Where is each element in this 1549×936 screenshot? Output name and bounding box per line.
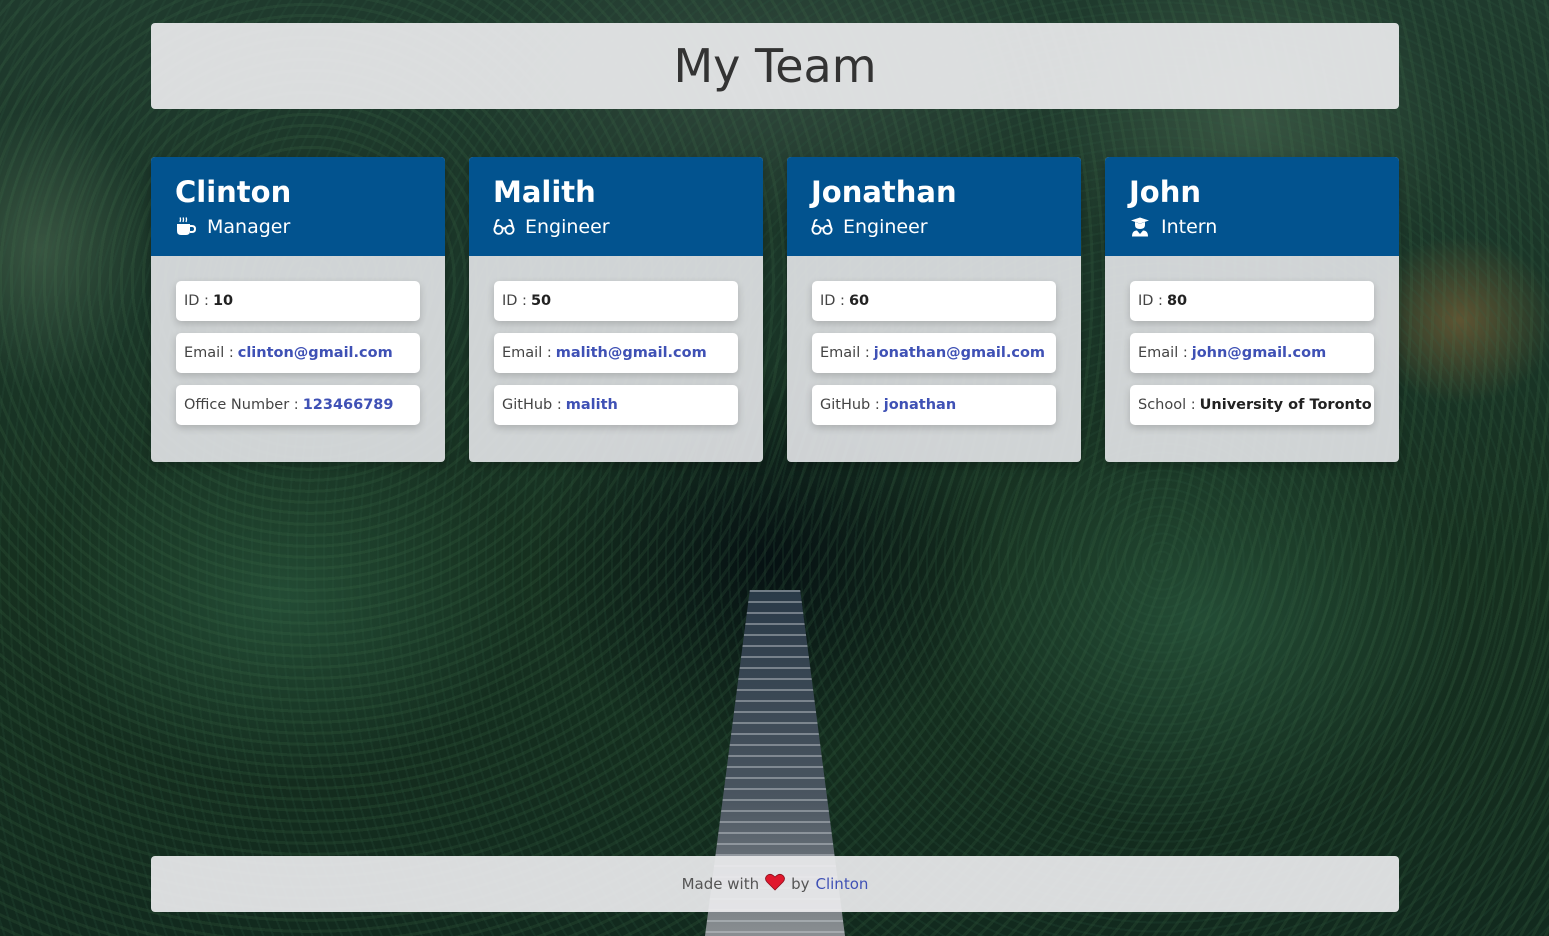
email-link[interactable]: malith@gmail.com [556,345,707,361]
github-label: GitHub : [502,397,562,413]
office-number-link[interactable]: 123466789 [303,397,394,413]
card-body: ID : 10 Email : clinton@gmail.com Office… [151,256,445,425]
graduate-icon [1129,216,1151,238]
email-link[interactable]: john@gmail.com [1192,345,1326,361]
employee-card-engineer: Jonathan Engineer ID : 60 Email: jonath… [787,157,1081,462]
heart-icon [765,873,785,895]
card-header: Clinton Manager [151,157,445,256]
employee-name: Clinton [175,175,292,209]
role-label: Manager [207,216,291,238]
school-value: University of Toronto [1199,397,1372,413]
id-value: 50 [530,293,552,309]
id-field: ID : 80 [1130,281,1374,321]
employee-role: Engineer [493,215,739,239]
employee-name: John [1129,175,1202,209]
github-field: GitHub : malith [494,385,738,425]
email-label: Email : [184,345,234,361]
email-field: Email : john@gmail.com [1130,333,1374,373]
email-field: Email : clinton@gmail.com [176,333,420,373]
employee-card-manager: Clinton Manager ID : 10 Email : clinton@… [151,157,445,462]
github-link[interactable]: jonathan [884,397,956,413]
footer-by: by [791,875,810,893]
card-body: ID : 80 Email : john@gmail.com School : … [1105,256,1399,425]
role-label: Intern [1161,216,1218,238]
employee-name: Jonathan [811,175,957,209]
id-field: ID : 10 [176,281,420,321]
github-link[interactable]: malith [566,397,618,413]
id-label: ID : [502,293,527,309]
card-header: Malith Engineer [469,157,763,256]
coffee-icon [175,216,197,238]
id-field: ID : 50 [494,281,738,321]
employee-card-engineer: Malith Engineer ID : 50 Email : malith@g… [469,157,763,462]
id-value: 10 [212,293,234,309]
email-label: Email : [1138,345,1188,361]
github-label: GitHub : [820,397,880,413]
email-label: Email : [820,345,870,361]
footer-made-with: Made with [681,875,760,893]
card-body: ID : 60 Email : jonathan@gmail.com GitHu… [787,256,1081,425]
email-link[interactable]: clinton@gmail.com [238,345,393,361]
email-label: Email : [502,345,552,361]
school-field: School : University of Toronto [1130,385,1374,425]
page-header: My Team [151,23,1399,109]
id-label: ID : [184,293,209,309]
glasses-icon [493,216,515,238]
employee-role: Manager [175,215,421,239]
id-value: 80 [1166,293,1188,309]
role-label: Engineer [843,216,928,238]
card-header: Jonathan Engineer [787,157,1081,256]
employee-role: Engineer [811,215,1057,239]
email-link[interactable]: jonathan@gmail.com [874,345,1045,361]
role-label: Engineer [525,216,610,238]
team-cards: Clinton Manager ID : 10 Email : clinton@… [151,157,1399,462]
office-number-field: Office Number : 123466789 [176,385,420,425]
email-field: Email : malith@gmail.com [494,333,738,373]
employee-card-intern: John Intern ID : 80 Email : john@gmail.c… [1105,157,1399,462]
email-field: Email : jonathan@gmail.com [812,333,1056,373]
id-value: 60 [848,293,870,309]
author-link[interactable]: Clinton [816,875,869,893]
glasses-icon [811,216,833,238]
office-number-label: Office Number : [184,397,299,413]
card-body: ID : 50 Email : malith@gmail.com GitHub … [469,256,763,425]
school-label: School : [1138,397,1196,413]
id-label: ID : [1138,293,1163,309]
employee-role: Intern [1129,215,1375,239]
card-header: John Intern [1105,157,1399,256]
page-title: My Team [673,39,877,93]
employee-name: Malith [493,175,596,209]
github-field: GitHub : jonathan [812,385,1056,425]
id-field: ID : 60 [812,281,1056,321]
id-label: ID : [820,293,845,309]
page-footer: Made with by Clinton [151,856,1399,912]
